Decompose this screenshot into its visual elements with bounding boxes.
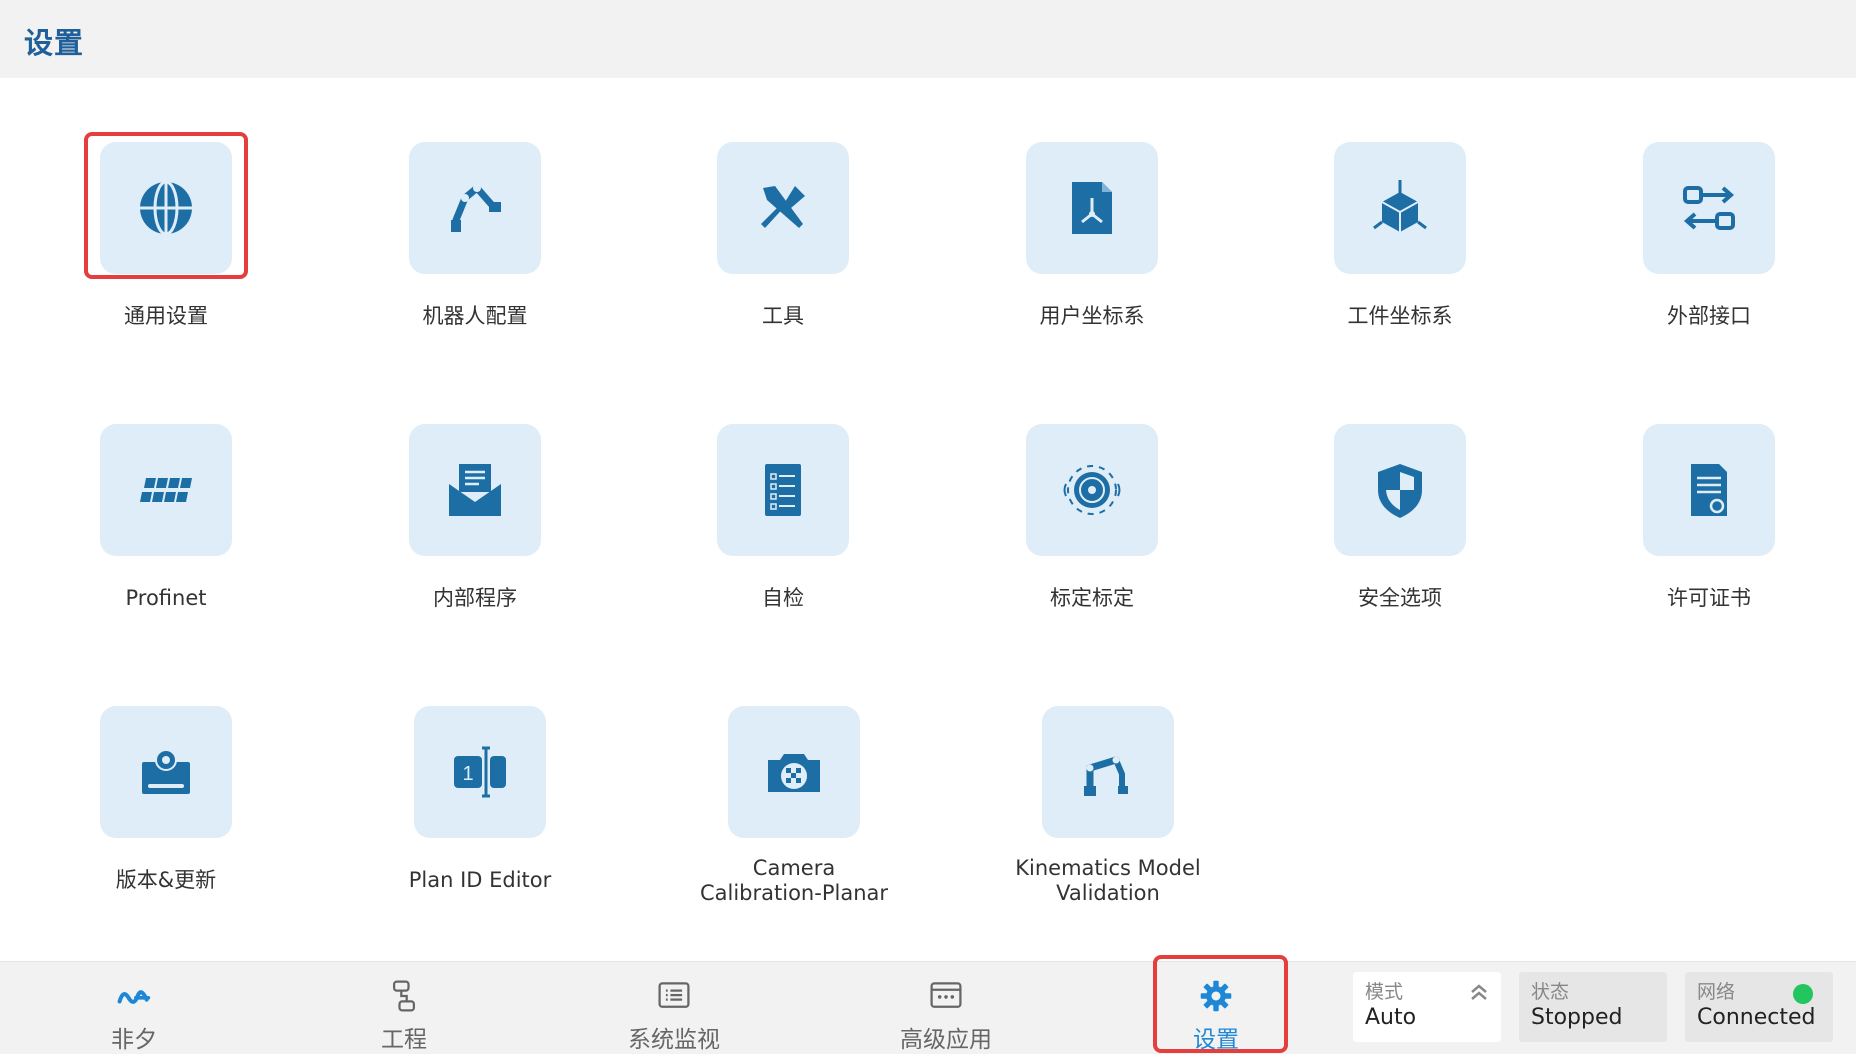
tile-box[interactable]	[409, 142, 541, 274]
page-header: 设置	[0, 0, 1856, 78]
tile-box[interactable]	[728, 706, 860, 838]
nav-item-flexiv[interactable]: 非夕	[44, 978, 224, 1054]
tile-label: 自检	[762, 586, 804, 610]
tile-plan-id-editor[interactable]: 1 Plan ID Editor	[380, 706, 580, 893]
nav-label: 设置	[1193, 1027, 1239, 1053]
tile-external-interface[interactable]: 外部接口	[1609, 142, 1809, 329]
flexiv-logo-icon	[117, 990, 151, 1004]
tile-box[interactable]	[1334, 142, 1466, 274]
tile-workpiece-frame[interactable]: 工件坐标系	[1300, 142, 1500, 329]
state-status: 状态 Stopped	[1519, 972, 1667, 1042]
tile-box[interactable]	[1334, 424, 1466, 556]
double-chevron-up-icon[interactable]	[1467, 980, 1491, 1004]
tile-label: 外部接口	[1667, 304, 1751, 328]
tile-box[interactable]	[100, 424, 232, 556]
state-key: 状态	[1531, 981, 1570, 1003]
tile-box[interactable]	[1026, 424, 1158, 556]
tile-label: 工件坐标系	[1347, 304, 1453, 328]
gear-icon	[1200, 980, 1232, 1012]
user-frame-icon	[1072, 182, 1112, 234]
tile-label: Kinematics Model Validation	[1015, 856, 1201, 905]
camera-icon	[768, 754, 820, 792]
tile-license[interactable]: 许可证书	[1609, 424, 1809, 611]
workpiece-frame-icon	[1373, 180, 1427, 232]
tile-box[interactable]	[100, 142, 232, 274]
tile-general-settings[interactable]: 通用设置	[66, 142, 266, 329]
nav-label: 系统监视	[628, 1027, 720, 1053]
state-value: Stopped	[1531, 1005, 1623, 1030]
tile-label: 标定标定	[1050, 586, 1134, 610]
tile-label: 用户坐标系	[1039, 304, 1145, 328]
svg-text:1: 1	[462, 763, 473, 785]
robot-arm-icon	[451, 184, 501, 232]
tile-robot-config[interactable]: 机器人配置	[375, 142, 575, 329]
page-title: 设置	[24, 26, 85, 60]
advanced-app-icon	[930, 982, 962, 1008]
network-status-dot	[1793, 984, 1813, 1004]
tile-kinematics-validation[interactable]: Kinematics Model Validation	[1008, 706, 1208, 906]
tile-label: Profinet	[125, 586, 207, 610]
profinet-icon	[140, 478, 192, 502]
shield-icon	[1378, 464, 1422, 518]
monitor-icon	[658, 982, 690, 1008]
external-interface-icon	[1683, 186, 1735, 230]
tile-label: 通用设置	[124, 304, 208, 328]
tile-camera-calibration[interactable]: Camera Calibration-Planar	[694, 706, 894, 906]
tile-box[interactable]	[717, 424, 849, 556]
project-icon	[392, 980, 416, 1012]
tile-calibration[interactable]: 标定标定	[992, 424, 1192, 611]
network-status: 网络 Connected	[1685, 972, 1833, 1042]
tile-internal-program[interactable]: 内部程序	[375, 424, 575, 611]
tools-icon	[761, 186, 805, 228]
bottom-nav-bar: 非夕 工程 系统监视 高级应用 设置 模式 Auto 状态 Stopped 网络…	[0, 961, 1856, 1054]
nav-item-project[interactable]: 工程	[314, 978, 494, 1054]
tile-label: 安全选项	[1358, 586, 1442, 610]
mode-value: Auto	[1365, 1005, 1417, 1030]
mode-status[interactable]: 模式 Auto	[1353, 972, 1501, 1042]
tile-box[interactable]	[1042, 706, 1174, 838]
tile-label: 机器人配置	[422, 304, 528, 328]
internal-program-icon	[449, 464, 501, 516]
tile-box[interactable]: 1	[414, 706, 546, 838]
tile-safety-options[interactable]: 安全选项	[1300, 424, 1500, 611]
tile-box[interactable]	[409, 424, 541, 556]
tile-version-update[interactable]: 版本&更新	[66, 706, 266, 893]
tile-label: 许可证书	[1667, 586, 1751, 610]
tile-box[interactable]	[717, 142, 849, 274]
plan-id-icon: 1	[454, 746, 506, 798]
version-update-icon	[142, 749, 190, 794]
kinematics-icon	[1084, 756, 1128, 796]
nav-label: 高级应用	[900, 1027, 992, 1053]
tile-label: Plan ID Editor	[408, 868, 552, 892]
nav-item-settings[interactable]: 设置	[1126, 978, 1306, 1054]
nav-item-system-monitor[interactable]: 系统监视	[584, 978, 764, 1054]
tile-box[interactable]	[1643, 142, 1775, 274]
tile-self-check[interactable]: 自检	[683, 424, 883, 611]
tile-profinet[interactable]: Profinet	[66, 424, 266, 611]
nav-item-advanced-apps[interactable]: 高级应用	[856, 978, 1036, 1054]
nav-label: 工程	[381, 1027, 427, 1053]
tile-label: 工具	[762, 304, 804, 328]
tile-user-frame[interactable]: 用户坐标系	[992, 142, 1192, 329]
tile-label: 版本&更新	[115, 868, 217, 892]
network-value: Connected	[1697, 1005, 1816, 1030]
nav-label: 非夕	[111, 1027, 157, 1053]
tile-box[interactable]	[1026, 142, 1158, 274]
tile-box[interactable]	[1643, 424, 1775, 556]
license-icon	[1691, 464, 1727, 516]
calibration-icon	[1063, 465, 1121, 515]
globe-icon	[140, 180, 192, 236]
self-check-icon	[765, 464, 801, 516]
tile-label: 内部程序	[433, 586, 517, 610]
tile-tools[interactable]: 工具	[683, 142, 883, 329]
tile-box[interactable]	[100, 706, 232, 838]
tile-label: Camera Calibration-Planar	[699, 856, 888, 905]
